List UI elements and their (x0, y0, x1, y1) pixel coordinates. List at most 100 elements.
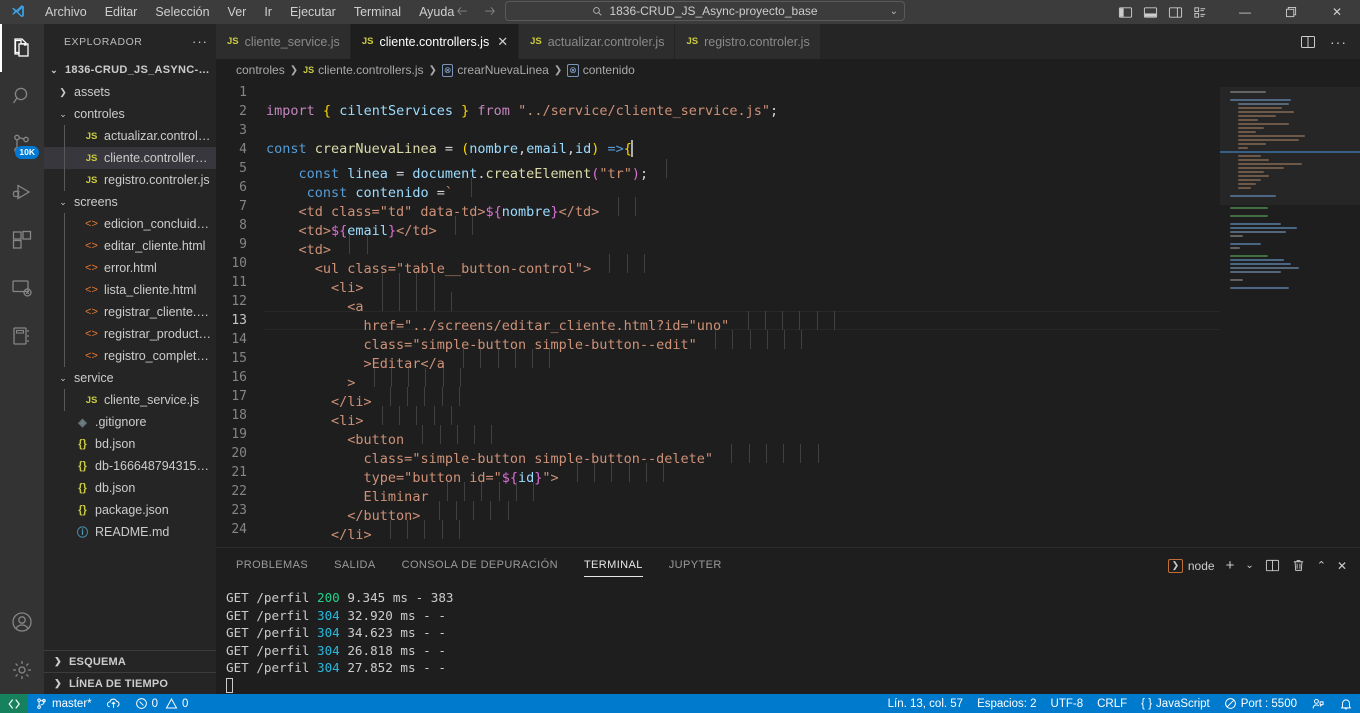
code-line[interactable]: <ul class="table__button-control"> (264, 254, 1220, 277)
editor-tab-actualizar-controler-js[interactable]: JS actualizar.controler.js (519, 24, 676, 59)
chevron-down-icon[interactable]: ⌄ (56, 373, 70, 384)
tree-item-db-json[interactable]: {} db.json (44, 477, 216, 499)
activity-run-debug[interactable] (0, 168, 44, 216)
tab-terminal[interactable]: TERMINAL (583, 548, 643, 583)
tab-consola-depuracion[interactable]: CONSOLA DE DEPURACIÓN (402, 548, 558, 583)
code-line[interactable]: >Editar</a (264, 349, 1220, 372)
split-editor-icon[interactable] (1300, 34, 1316, 50)
code-line[interactable]: <li> (264, 273, 1220, 296)
quick-search-input[interactable]: 1836-CRUD_JS_Async-proyecto_base ⌄ (505, 1, 905, 21)
editor-vertical-scrollbar[interactable] (1346, 81, 1360, 547)
tree-item-registro-controler-js[interactable]: JS registro.controler.js (44, 169, 216, 191)
tree-item-editar-cliente-html[interactable]: <> editar_cliente.html (44, 235, 216, 257)
tree-item-cliente-controllers-js[interactable]: JS cliente.controllers.js (44, 147, 216, 169)
trash-icon[interactable] (1291, 558, 1306, 573)
status-problems[interactable]: 0 0 (128, 694, 196, 713)
code-line[interactable]: import { cilentServices } from "../servi… (264, 102, 1220, 121)
tree-item-edicion-concluida-ht[interactable]: <> edicion_concluida.ht... (44, 213, 216, 235)
status-notifications[interactable] (1332, 694, 1360, 713)
close-panel-icon[interactable]: ✕ (1337, 559, 1347, 573)
chevron-down-icon[interactable]: ⌄ (56, 109, 70, 120)
tree-item-bd-json[interactable]: {} bd.json (44, 433, 216, 455)
breadcrumb-item-contenido[interactable]: ⊗ contenido (567, 63, 635, 77)
breadcrumb-item-controles[interactable]: controles (236, 63, 285, 77)
code-line[interactable] (264, 83, 1220, 102)
maximize-panel-icon[interactable]: ⌃ (1317, 559, 1326, 572)
code-line[interactable]: <li> (264, 406, 1220, 429)
chevron-down-icon[interactable]: ⌄ (890, 6, 898, 17)
window-close-button[interactable]: ✕ (1314, 0, 1360, 24)
tab-salida[interactable]: SALIDA (334, 548, 376, 583)
split-terminal-icon[interactable] (1265, 558, 1280, 573)
tree-item-registrar-producto-h[interactable]: <> registrar_producto.h... (44, 323, 216, 345)
activity-accounts[interactable] (0, 598, 44, 646)
tree-item-assets[interactable]: ❯ assets (44, 81, 216, 103)
code-line[interactable]: <td> (264, 235, 1220, 258)
status-cursor-position[interactable]: Lín. 13, col. 57 (881, 694, 970, 713)
activity-source-control[interactable]: 10K (0, 120, 44, 168)
tree-item-service[interactable]: ⌄ service (44, 367, 216, 389)
status-feedback[interactable] (1304, 694, 1332, 713)
menu-ejecutar[interactable]: Ejecutar (281, 0, 345, 24)
terminal-dropdown-icon[interactable]: ⌄ (1245, 560, 1253, 571)
status-remote-button[interactable] (0, 694, 28, 713)
code-line[interactable]: > (264, 368, 1220, 391)
code-line[interactable] (264, 121, 1220, 140)
code-line[interactable]: const crearNuevaLinea = (nombre,email,id… (264, 140, 1220, 159)
code-line[interactable]: type="button id="${id}"> (264, 463, 1220, 486)
terminal-selector[interactable]: ❯ node (1167, 558, 1215, 573)
editor-tab-cliente-controllers-js[interactable]: JS cliente.controllers.js ✕ (350, 24, 520, 59)
code-line[interactable]: <td>${email}</td> (264, 216, 1220, 239)
tree-item-readme-md[interactable]: ⓘ README.md (44, 521, 216, 543)
minimap-slider[interactable] (1220, 87, 1360, 205)
tree-item-error-html[interactable]: <> error.html (44, 257, 216, 279)
tree-item-gitignore[interactable]: ◈ .gitignore (44, 411, 216, 433)
activity-settings[interactable] (0, 646, 44, 694)
menu-archivo[interactable]: Archivo (36, 0, 96, 24)
toggle-secondary-sidebar-icon[interactable] (1168, 5, 1183, 20)
activity-explorer[interactable] (0, 24, 44, 72)
chevron-right-icon[interactable]: ❯ (56, 87, 70, 98)
code-scroll-region[interactable]: 1 2 3 4 5 6 7 8 9 10 11 12 13 14 15 16 17 18 19 20 21 22 23 24 … (216, 81, 1220, 547)
sidebar-more-icon[interactable]: ··· (192, 34, 208, 49)
window-minimize-button[interactable]: — (1222, 0, 1268, 24)
forward-icon[interactable] (483, 4, 497, 18)
code-line[interactable]: </li> (264, 387, 1220, 410)
chevron-down-icon[interactable]: ⌄ (47, 65, 61, 76)
status-live-server-port[interactable]: Port : 5500 (1217, 694, 1304, 713)
code-content[interactable]: import { cilentServices } from "../servi… (264, 81, 1220, 547)
menu-terminal[interactable]: Terminal (345, 0, 410, 24)
status-sync[interactable] (99, 694, 128, 713)
status-indentation[interactable]: Espacios: 2 (970, 694, 1043, 713)
editor-tabs[interactable]: JS cliente_service.js JS cliente.controller… (216, 24, 821, 59)
code-line[interactable]: href="../screens/editar_cliente.html?id=… (264, 311, 1220, 334)
terminal-output[interactable]: GET /perfil 200 9.345 ms - 383 GET /perfi… (216, 583, 1360, 694)
code-line[interactable]: class="simple-button simple-button--edit… (264, 330, 1220, 353)
code-line[interactable]: class="simple-button simple-button--dele… (264, 444, 1220, 467)
toggle-primary-sidebar-icon[interactable] (1118, 5, 1133, 20)
editor-tab-cliente_service-js[interactable]: JS cliente_service.js (216, 24, 351, 59)
tree-item-registrar-cliente-html[interactable]: <> registrar_cliente.html (44, 301, 216, 323)
editor-tab-registro-controler-js[interactable]: JS registro.controler.js (675, 24, 821, 59)
code-line[interactable]: Eliminar (264, 482, 1220, 505)
file-tree[interactable]: ⌄ 1836-CRUD_JS_ASYNC-PR... ❯ assets ⌄ control… (44, 59, 216, 650)
status-encoding[interactable]: UTF-8 (1044, 694, 1091, 713)
code-line[interactable]: <button (264, 425, 1220, 448)
editor-more-actions-icon[interactable]: ··· (1330, 34, 1347, 50)
activity-remote-explorer[interactable] (0, 264, 44, 312)
activity-search[interactable] (0, 72, 44, 120)
new-terminal-icon[interactable]: + (1226, 557, 1235, 574)
status-eol[interactable]: CRLF (1090, 694, 1134, 713)
tree-item-1836-crud-js-async-pr[interactable]: ⌄ 1836-CRUD_JS_ASYNC-PR... (44, 59, 216, 81)
tree-item-actualizar-controler-js[interactable]: JS actualizar.controler.js (44, 125, 216, 147)
activity-extensions[interactable] (0, 216, 44, 264)
menu-ver[interactable]: Ver (219, 0, 256, 24)
code-line[interactable]: const linea = document.createElement("tr… (264, 159, 1220, 182)
breadcrumb[interactable]: controles ❯ JS cliente.controllers.js ❯ ⊗ crea… (216, 59, 1360, 81)
menu-editar[interactable]: Editar (96, 0, 147, 24)
tree-item-controles[interactable]: ⌄ controles (44, 103, 216, 125)
section-esquema[interactable]: ❯ ESQUEMA (44, 650, 216, 672)
tree-item-registro-completado[interactable]: <> registro_completado... (44, 345, 216, 367)
tree-item-db-1666487943150-js[interactable]: {} db-1666487943150.js... (44, 455, 216, 477)
code-line[interactable]: <td class="td" data-td>${nombre}</td> (264, 197, 1220, 220)
